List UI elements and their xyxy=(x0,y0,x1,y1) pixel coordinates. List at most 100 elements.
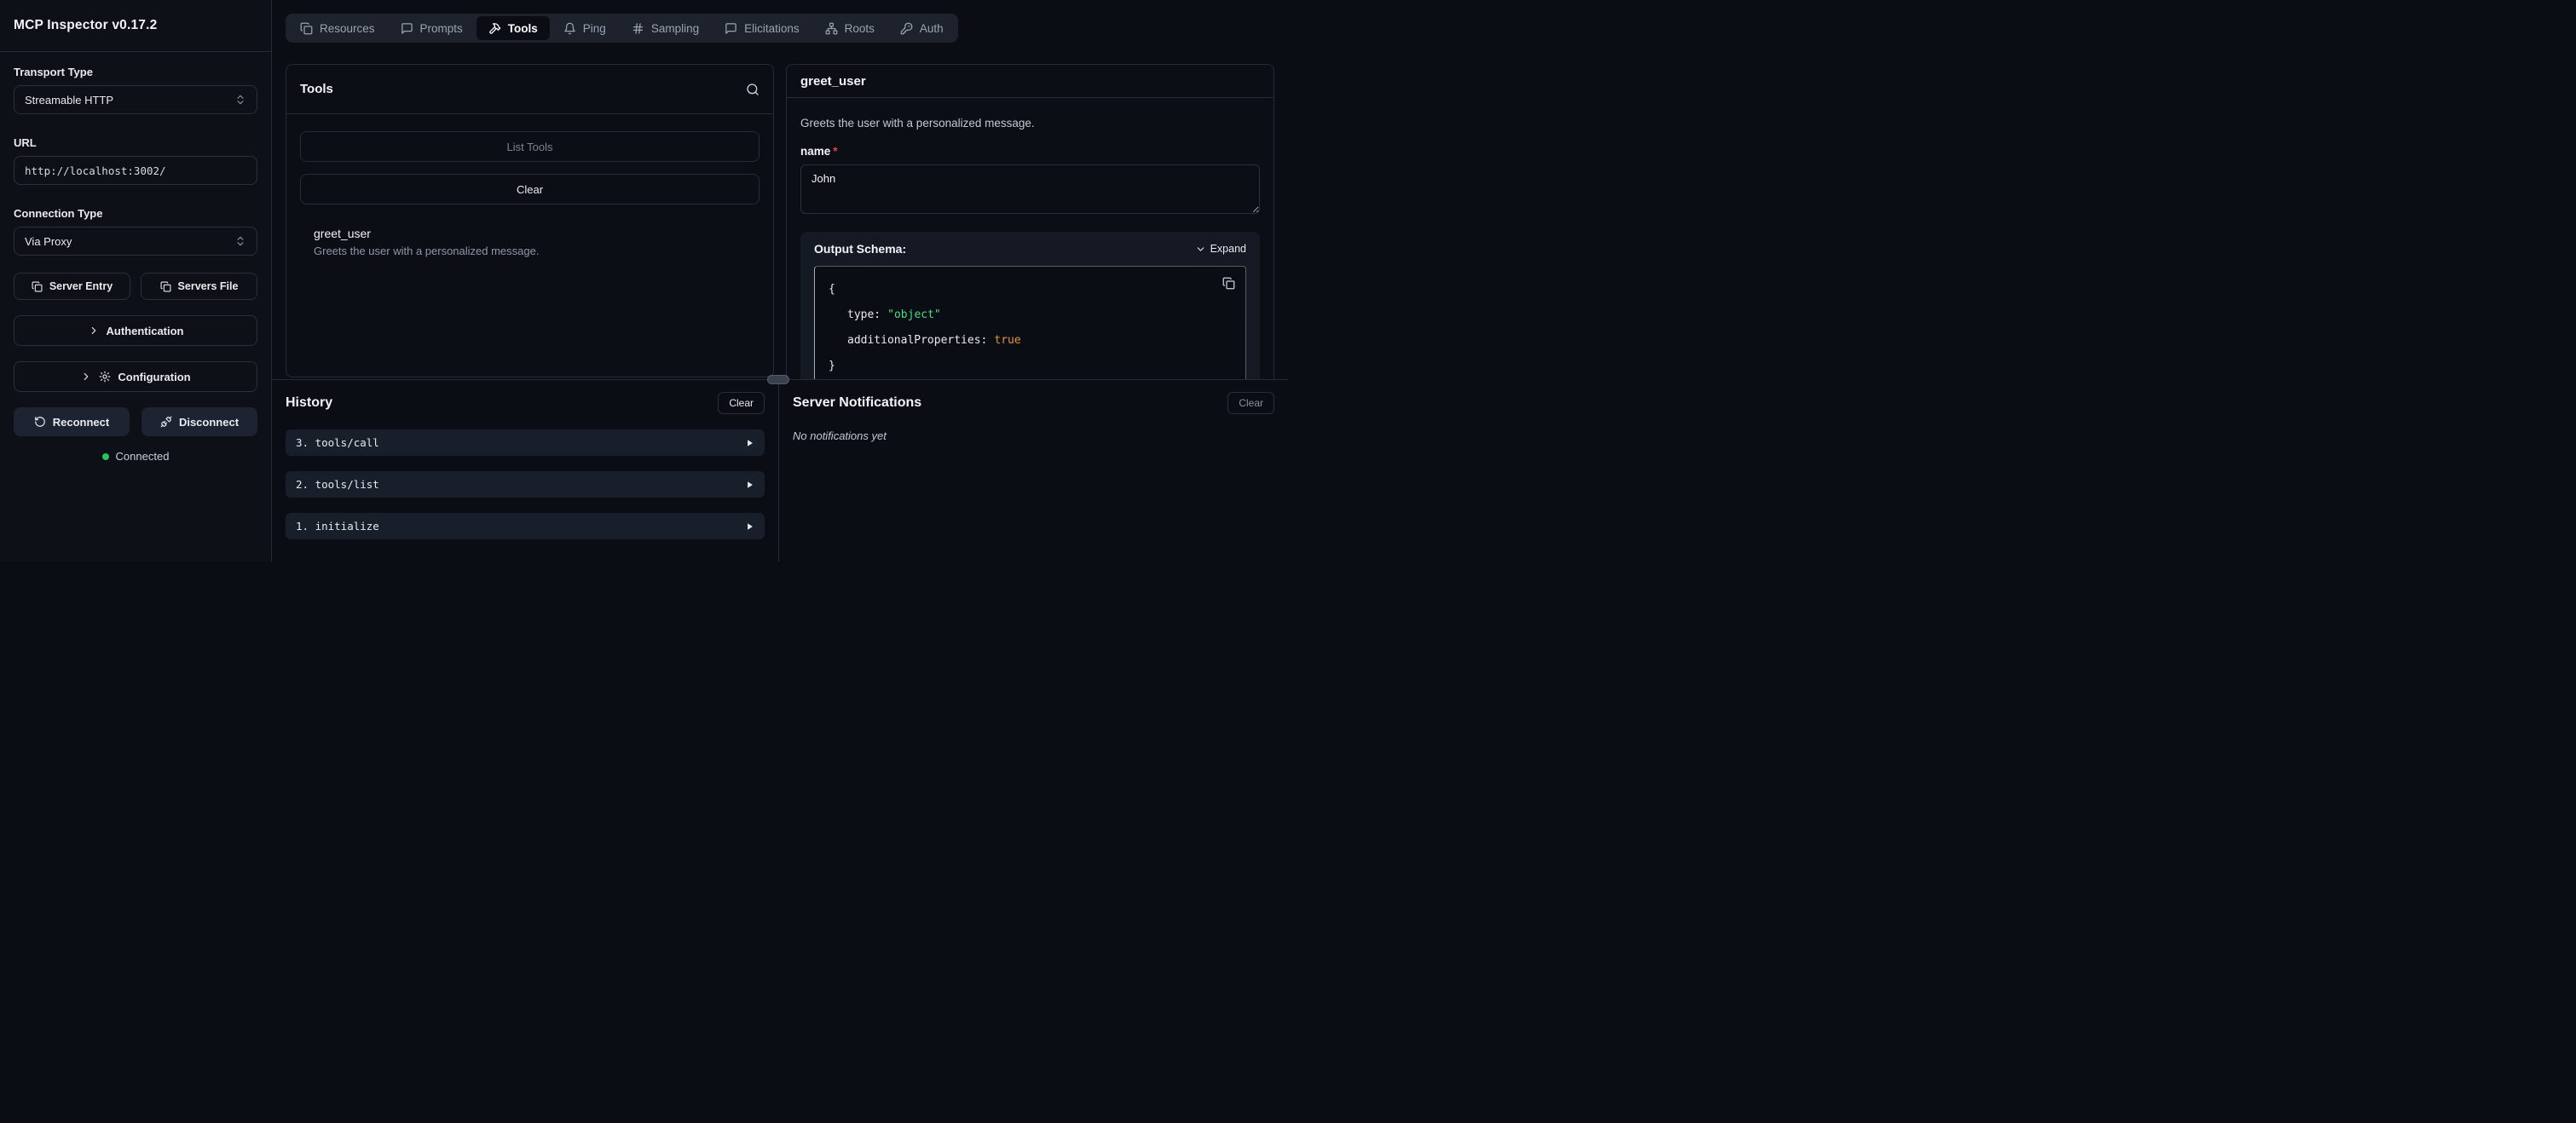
url-input[interactable] xyxy=(14,156,257,185)
output-schema-header: Output Schema: Expand xyxy=(814,242,1246,256)
top-region: Tools List Tools Clear greet_user Greets… xyxy=(272,43,1288,379)
hash-icon xyxy=(632,22,644,35)
history-clear-button[interactable]: Clear xyxy=(718,392,765,414)
tab-label: Sampling xyxy=(651,22,699,35)
field-label-text: name xyxy=(800,145,830,158)
code-line: type:"object" xyxy=(829,302,1232,328)
tools-panel-title: Tools xyxy=(300,82,333,96)
rotate-ccw-icon xyxy=(34,416,46,428)
tab-ping[interactable]: Ping xyxy=(552,16,618,40)
bell-icon xyxy=(563,22,576,35)
connection-type-label: Connection Type xyxy=(14,207,257,220)
history-title: History xyxy=(286,395,332,411)
disconnect-label: Disconnect xyxy=(179,416,239,429)
bottom-region: History Clear 3. tools/call 2. tools/lis… xyxy=(272,379,1288,562)
main-area: Resources Prompts Tools Ping Sampling xyxy=(272,0,1288,562)
server-buttons-row: Server Entry Servers File xyxy=(14,273,257,300)
tool-detail-description: Greets the user with a personalized mess… xyxy=(800,117,1260,130)
network-icon xyxy=(825,22,838,35)
notifications-empty-text: No notifications yet xyxy=(793,429,1274,442)
connection-type-select[interactable]: Via Proxy xyxy=(14,227,257,256)
tab-label: Elicitations xyxy=(744,22,800,35)
sidebar: MCP Inspector v0.17.2 Transport Type Str… xyxy=(0,0,272,562)
tool-detail-body: Greets the user with a personalized mess… xyxy=(787,98,1274,379)
tools-panel-header: Tools xyxy=(286,65,773,114)
url-label: URL xyxy=(14,136,257,149)
search-icon[interactable] xyxy=(746,83,760,96)
tool-detail-panel: greet_user Greets the user with a person… xyxy=(786,64,1274,379)
connection-type-value: Via Proxy xyxy=(25,235,72,248)
chevron-right-icon xyxy=(88,325,100,337)
copy-icon[interactable] xyxy=(1222,277,1235,290)
sidebar-body: Transport Type Streamable HTTP URL Conne… xyxy=(0,52,271,476)
key-icon xyxy=(900,22,913,35)
servers-file-button[interactable]: Servers File xyxy=(141,273,257,300)
connection-type-group: Connection Type Via Proxy xyxy=(14,207,257,256)
required-marker: * xyxy=(833,145,837,158)
tabbar-row: Resources Prompts Tools Ping Sampling xyxy=(272,0,1288,43)
tab-label: Roots xyxy=(845,22,875,35)
transport-type-label: Transport Type xyxy=(14,66,257,78)
tab-label: Prompts xyxy=(420,22,463,35)
message-square-icon xyxy=(725,22,737,35)
tool-detail-title: greet_user xyxy=(800,74,866,89)
copy-icon xyxy=(160,281,171,292)
expand-button[interactable]: Expand xyxy=(1195,243,1246,255)
output-schema-code: { type:"object" additionalProperties:tru… xyxy=(814,266,1246,379)
tab-resources[interactable]: Resources xyxy=(288,16,387,40)
code-line: { xyxy=(829,277,1232,302)
tab-label: Resources xyxy=(320,22,375,35)
tab-tools[interactable]: Tools xyxy=(477,16,550,40)
tools-panel-body: List Tools Clear greet_user Greets the u… xyxy=(286,114,773,271)
chevrons-up-down-icon xyxy=(234,235,246,247)
name-field-label: name * xyxy=(800,145,1260,158)
transport-type-select[interactable]: Streamable HTTP xyxy=(14,85,257,114)
connection-status: Connected xyxy=(14,450,257,463)
configuration-button[interactable]: Configuration xyxy=(14,361,257,392)
tab-label: Ping xyxy=(583,22,606,35)
clear-tools-button[interactable]: Clear xyxy=(300,174,760,204)
server-entry-button[interactable]: Server Entry xyxy=(14,273,130,300)
tab-label: Auth xyxy=(920,22,944,35)
gear-icon xyxy=(99,371,111,383)
disconnect-button[interactable]: Disconnect xyxy=(142,407,257,436)
expand-label: Expand xyxy=(1210,243,1246,255)
authentication-label: Authentication xyxy=(107,325,184,337)
history-item[interactable]: 3. tools/call xyxy=(286,429,765,456)
tool-detail-header: greet_user xyxy=(787,65,1274,98)
connection-buttons-row: Reconnect Disconnect xyxy=(14,407,257,436)
app-title: MCP Inspector v0.17.2 xyxy=(14,18,157,33)
tool-name: greet_user xyxy=(314,227,746,240)
status-text: Connected xyxy=(116,450,170,463)
code-line: } xyxy=(829,354,1232,379)
tab-elicitations[interactable]: Elicitations xyxy=(713,16,811,40)
unplug-icon xyxy=(160,416,172,428)
tool-list-item[interactable]: greet_user Greets the user with a person… xyxy=(300,227,760,257)
history-item[interactable]: 1. initialize xyxy=(286,513,765,539)
tab-auth[interactable]: Auth xyxy=(888,16,956,40)
list-tools-button[interactable]: List Tools xyxy=(300,131,760,162)
reconnect-button[interactable]: Reconnect xyxy=(14,407,130,436)
resize-handle[interactable] xyxy=(767,375,789,384)
url-group: URL xyxy=(14,136,257,185)
history-item-label: 3. tools/call xyxy=(296,436,379,449)
notifications-title: Server Notifications xyxy=(793,395,921,411)
name-field-input[interactable]: John xyxy=(800,164,1260,214)
tab-sampling[interactable]: Sampling xyxy=(620,16,711,40)
tab-label: Tools xyxy=(508,22,538,35)
tab-prompts[interactable]: Prompts xyxy=(389,16,475,40)
history-header: History Clear xyxy=(286,392,765,414)
history-item[interactable]: 2. tools/list xyxy=(286,471,765,498)
tool-description: Greets the user with a personalized mess… xyxy=(314,245,746,257)
notifications-header: Server Notifications Clear xyxy=(793,392,1274,414)
history-item-label: 1. initialize xyxy=(296,520,379,533)
notifications-clear-button[interactable]: Clear xyxy=(1227,392,1274,414)
chevron-right-icon xyxy=(80,371,92,383)
files-icon xyxy=(300,22,313,35)
play-icon xyxy=(746,439,754,447)
message-square-icon xyxy=(401,22,413,35)
tab-roots[interactable]: Roots xyxy=(813,16,887,40)
output-schema-label: Output Schema: xyxy=(814,242,906,256)
authentication-button[interactable]: Authentication xyxy=(14,315,257,346)
output-schema-box: Output Schema: Expand xyxy=(800,232,1260,379)
